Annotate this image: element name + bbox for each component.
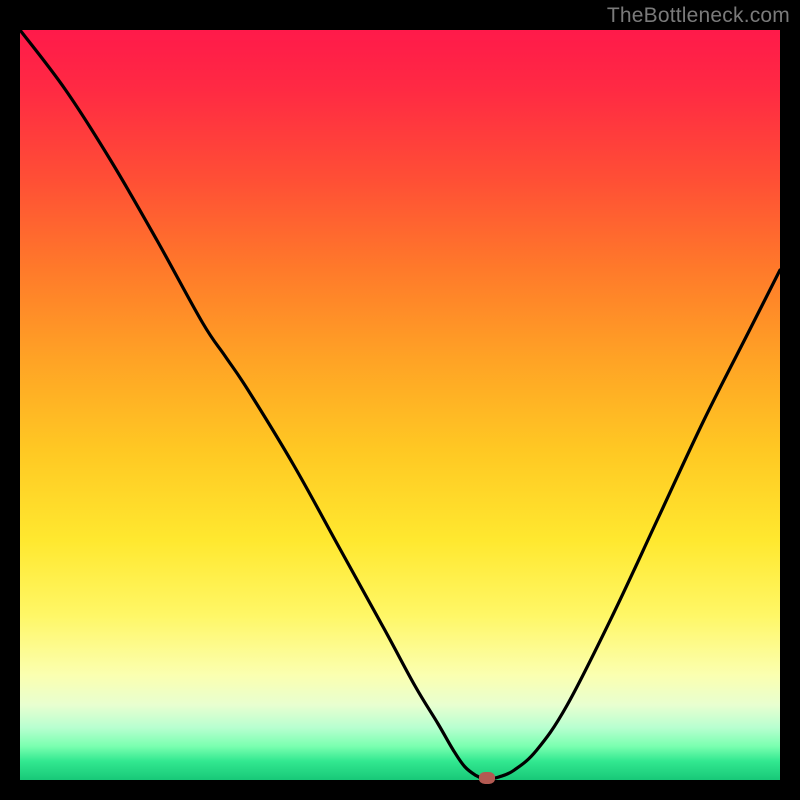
curve-path <box>20 30 780 779</box>
attribution-text: TheBottleneck.com <box>607 4 790 28</box>
plot-area <box>20 30 780 780</box>
chart-frame: TheBottleneck.com <box>0 0 800 800</box>
minimum-marker <box>479 772 495 784</box>
bottleneck-curve <box>20 30 780 780</box>
